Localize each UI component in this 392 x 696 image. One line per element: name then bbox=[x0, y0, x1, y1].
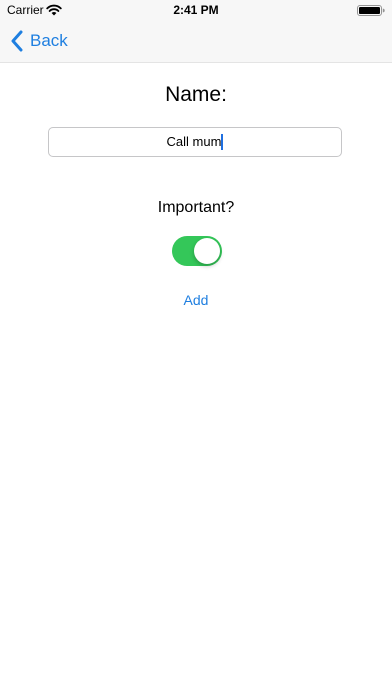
text-cursor bbox=[221, 134, 224, 150]
add-button[interactable]: Add bbox=[184, 292, 209, 308]
battery-icon bbox=[357, 5, 385, 16]
important-label: Important? bbox=[157, 199, 235, 216]
status-bar: Carrier 2:41 PM bbox=[0, 0, 392, 20]
navigation-bar: Back bbox=[0, 20, 392, 63]
clock: 2:41 PM bbox=[173, 3, 219, 17]
name-input-value: Call mum bbox=[166, 134, 222, 149]
chevron-left-icon bbox=[11, 30, 23, 52]
back-button[interactable]: Back bbox=[10, 28, 68, 54]
back-label: Back bbox=[30, 31, 68, 50]
add-button-row: Add bbox=[0, 291, 392, 309]
screen: Carrier 2:41 PM Back Name: Call mum Impo… bbox=[0, 0, 392, 696]
important-toggle[interactable] bbox=[172, 236, 222, 266]
name-heading: Name: bbox=[165, 83, 227, 106]
toggle-knob bbox=[194, 238, 220, 264]
name-input[interactable]: Call mum bbox=[48, 127, 342, 157]
